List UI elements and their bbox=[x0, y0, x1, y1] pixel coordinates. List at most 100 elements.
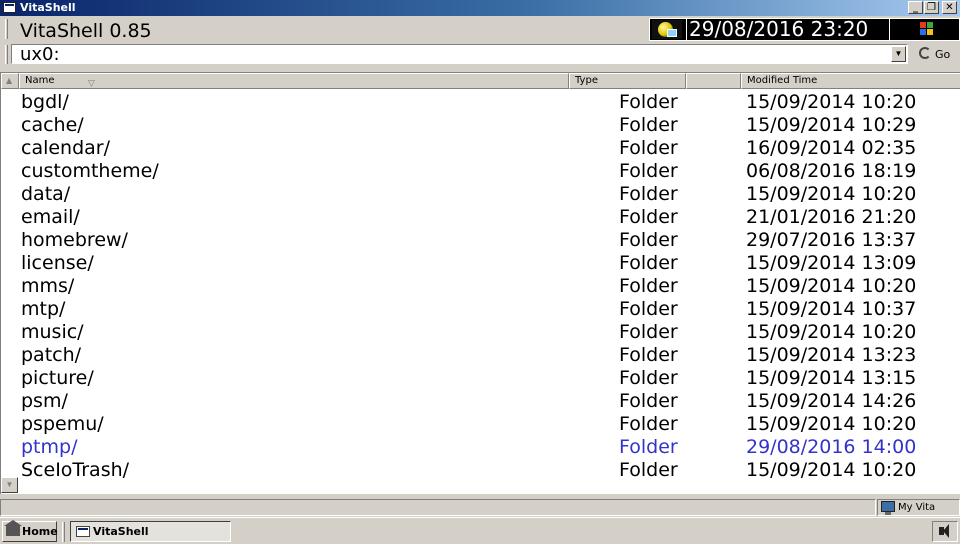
file-type: Folder bbox=[619, 344, 678, 366]
list-item[interactable]: cache/Folder 15/09/2014 10:29 bbox=[21, 114, 951, 137]
column-type[interactable]: Type bbox=[569, 73, 686, 89]
list-item[interactable]: patch/Folder 15/09/2014 13:23 bbox=[21, 344, 951, 367]
file-modified: 15/09/2014 10:20 bbox=[746, 183, 917, 205]
list-item[interactable]: mtp/Folder 15/09/2014 10:37 bbox=[21, 298, 951, 321]
vitashell-screen: VitaShell _ ❐ ✕ VitaShell 0.85 29/08/201… bbox=[0, 0, 960, 544]
list-item[interactable]: customtheme/Folder 06/08/2016 18:19 bbox=[21, 160, 951, 183]
minimize-button[interactable]: _ bbox=[908, 1, 923, 14]
scroll-up-button[interactable]: ▲ bbox=[1, 73, 19, 89]
windows-flag-icon bbox=[894, 19, 958, 40]
file-modified: 15/09/2014 10:20 bbox=[746, 459, 917, 481]
file-type: Folder bbox=[619, 137, 678, 159]
status-pane-location: My Vita bbox=[877, 499, 960, 516]
file-name: cache/ bbox=[21, 114, 84, 136]
speaker-icon[interactable] bbox=[939, 524, 949, 538]
restore-button[interactable]: ❐ bbox=[924, 1, 939, 14]
file-name: calendar/ bbox=[21, 137, 111, 159]
file-name: customtheme/ bbox=[21, 160, 159, 182]
file-modified: 29/08/2016 14:00 bbox=[746, 436, 917, 458]
list-item[interactable]: calendar/Folder 16/09/2014 02:35 bbox=[21, 137, 951, 160]
status-pane-main bbox=[0, 499, 876, 516]
file-modified: 16/09/2014 02:35 bbox=[746, 137, 917, 159]
column-type-label: Type bbox=[575, 75, 598, 86]
address-bar: ux0: ▼ Go bbox=[0, 42, 960, 67]
list-item[interactable]: picture/Folder 15/09/2014 13:15 bbox=[21, 367, 951, 390]
column-name-label: Name bbox=[25, 75, 55, 86]
file-modified: 06/08/2016 18:19 bbox=[746, 160, 917, 182]
vertical-scrollbar[interactable]: ▼ bbox=[1, 477, 18, 494]
file-type: Folder bbox=[619, 252, 678, 274]
file-modified: 15/09/2014 13:09 bbox=[746, 252, 917, 274]
file-modified: 15/09/2014 14:26 bbox=[746, 390, 917, 412]
window-title: VitaShell bbox=[20, 1, 76, 14]
list-item[interactable]: mms/Folder 15/09/2014 10:20 bbox=[21, 275, 951, 298]
taskbar: Home VitaShell bbox=[0, 517, 960, 544]
file-name: pspemu/ bbox=[21, 413, 104, 435]
go-label: Go bbox=[935, 48, 951, 61]
column-header: ▲ Name ▽ Type Modified Time bbox=[1, 73, 960, 89]
address-grip[interactable] bbox=[5, 45, 8, 64]
go-button[interactable]: Go bbox=[913, 45, 957, 64]
path-value: ux0: bbox=[20, 44, 60, 65]
list-item[interactable]: psm/Folder 15/09/2014 14:26 bbox=[21, 390, 951, 413]
path-input[interactable]: ux0: ▼ bbox=[11, 44, 908, 65]
file-modified: 15/09/2014 10:20 bbox=[746, 91, 917, 113]
list-item[interactable]: license/Folder 15/09/2014 13:09 bbox=[21, 252, 951, 275]
file-type: Folder bbox=[619, 183, 678, 205]
list-item[interactable]: bgdl/Folder 15/09/2014 10:20 bbox=[21, 91, 951, 114]
file-type: Folder bbox=[619, 367, 678, 389]
list-item[interactable]: homebrew/Folder 29/07/2016 13:37 bbox=[21, 229, 951, 252]
list-item[interactable]: music/Folder 15/09/2014 10:20 bbox=[21, 321, 951, 344]
status-bar: My Vita bbox=[0, 497, 960, 517]
list-item[interactable]: pspemu/Folder 15/09/2014 10:20 bbox=[21, 413, 951, 436]
file-modified: 29/07/2016 13:37 bbox=[746, 229, 917, 251]
toolbar-grip[interactable] bbox=[5, 19, 8, 39]
taskbar-grip[interactable] bbox=[62, 522, 65, 542]
file-type: Folder bbox=[619, 390, 678, 412]
file-modified: 15/09/2014 13:15 bbox=[746, 367, 917, 389]
file-modified: 15/09/2014 10:20 bbox=[746, 275, 917, 297]
column-name[interactable]: Name ▽ bbox=[19, 73, 569, 89]
file-type: Folder bbox=[619, 114, 678, 136]
home-icon bbox=[4, 520, 22, 536]
scroll-down-button[interactable]: ▼ bbox=[1, 477, 18, 493]
file-name: psm/ bbox=[21, 390, 68, 412]
file-type: Folder bbox=[619, 459, 678, 481]
file-modified: 15/09/2014 10:20 bbox=[746, 413, 917, 435]
computer-icon bbox=[881, 501, 895, 515]
chevron-down-icon[interactable]: ▼ bbox=[891, 46, 906, 62]
window-icon bbox=[76, 526, 90, 537]
file-type: Folder bbox=[619, 229, 678, 251]
list-item[interactable]: ptmp/Folder 29/08/2016 14:00 bbox=[21, 436, 951, 459]
sort-down-icon: ▽ bbox=[88, 79, 95, 89]
status-panel: 29/08/2016 23:20 bbox=[649, 18, 960, 41]
file-type: Folder bbox=[619, 298, 678, 320]
file-name: mms/ bbox=[21, 275, 75, 297]
file-name: SceIoTrash/ bbox=[21, 459, 130, 481]
column-modified-label: Modified Time bbox=[747, 75, 818, 86]
system-tray bbox=[932, 521, 958, 542]
file-list[interactable]: ▲ Name ▽ Type Modified Time ▼ bgdl/Folde… bbox=[0, 72, 960, 494]
list-item[interactable]: data/Folder 15/09/2014 10:20 bbox=[21, 183, 951, 206]
file-modified: 15/09/2014 10:20 bbox=[746, 321, 917, 343]
network-globe-icon bbox=[652, 20, 682, 39]
app-title: VitaShell 0.85 bbox=[20, 20, 152, 42]
file-type: Folder bbox=[619, 436, 678, 458]
file-name: patch/ bbox=[21, 344, 82, 366]
title-bar[interactable]: VitaShell _ ❐ ✕ bbox=[0, 0, 960, 16]
list-item[interactable]: email/Folder 21/01/2016 21:20 bbox=[21, 206, 951, 229]
close-button[interactable]: ✕ bbox=[942, 1, 957, 14]
file-type: Folder bbox=[619, 206, 678, 228]
column-spacer[interactable] bbox=[686, 73, 741, 89]
file-name: email/ bbox=[21, 206, 80, 228]
file-name: picture/ bbox=[21, 367, 94, 389]
home-button[interactable]: Home bbox=[2, 520, 58, 542]
clock-display: 29/08/2016 23:20 bbox=[686, 18, 890, 41]
file-name: data/ bbox=[21, 183, 71, 205]
file-type: Folder bbox=[619, 91, 678, 113]
list-item[interactable]: SceIoTrash/Folder 15/09/2014 10:20 bbox=[21, 459, 951, 482]
file-modified: 15/09/2014 10:29 bbox=[746, 114, 917, 136]
column-modified[interactable]: Modified Time bbox=[741, 73, 960, 89]
task-button-vitashell[interactable]: VitaShell bbox=[70, 521, 231, 542]
file-modified: 21/01/2016 21:20 bbox=[746, 206, 917, 228]
